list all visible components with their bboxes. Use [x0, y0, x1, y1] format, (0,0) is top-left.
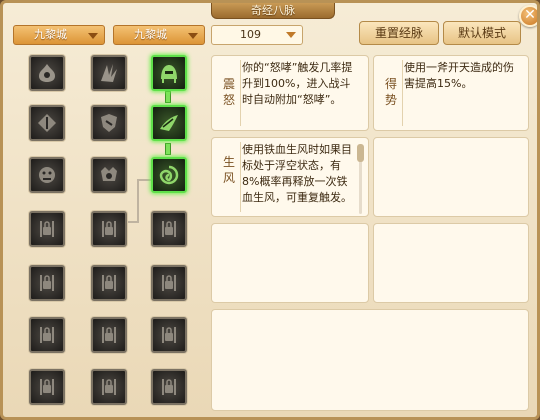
- level-select[interactable]: 109: [211, 25, 303, 45]
- meridian-slot[interactable]: [91, 105, 127, 141]
- reset-meridian-button[interactable]: 重置经脉: [359, 21, 439, 45]
- locked-slot[interactable]: [29, 211, 65, 247]
- chain-lock-icon: [102, 275, 116, 291]
- meridian-card-zhennu[interactable]: 震怒 你的“怒哮”触发几率提升到100%，进入战斗时自动附加“怒哮”。: [211, 55, 369, 131]
- meridian-slot-active[interactable]: [151, 105, 187, 141]
- meridian-slot[interactable]: [29, 105, 65, 141]
- card-divider: [240, 142, 241, 212]
- close-icon: ✕: [524, 7, 536, 23]
- card-scroll-thumb[interactable]: [357, 144, 364, 162]
- meridian-card-deshi[interactable]: 得势 使用一斧开天造成的伤害提高15%。: [373, 55, 529, 131]
- locked-slot[interactable]: [151, 317, 187, 353]
- meridian-slot[interactable]: [29, 55, 65, 91]
- wing-emblem-icon: [160, 115, 178, 131]
- chain-lock-icon: [102, 221, 116, 237]
- locked-slot[interactable]: [29, 369, 65, 405]
- locked-slot[interactable]: [151, 265, 187, 301]
- active-connector: [165, 91, 171, 103]
- school-select-2[interactable]: 九黎城: [113, 25, 205, 45]
- meridian-slot[interactable]: [91, 55, 127, 91]
- locked-slot[interactable]: [151, 369, 187, 405]
- lotus-emblem-icon: [39, 64, 55, 82]
- meridian-card-shengfeng[interactable]: 生风 使用铁血生风时如果目标处于浮空状态，有8%概率再释放一次铁血生风，可重复触…: [211, 137, 369, 217]
- card-label: 生风: [222, 155, 235, 185]
- chain-lock-icon: [162, 221, 176, 237]
- locked-slot[interactable]: [91, 211, 127, 247]
- chevron-down-icon: [88, 33, 98, 39]
- chain-lock-icon: [162, 379, 176, 395]
- chain-lock-icon: [40, 221, 54, 237]
- meridian-slot-active[interactable]: [151, 157, 187, 193]
- window-title: 奇经八脉: [211, 3, 335, 19]
- meridian-card-empty: [211, 309, 529, 411]
- whirlwind-icon: [159, 165, 179, 185]
- meridian-slot[interactable]: [29, 157, 65, 193]
- locked-slot[interactable]: [91, 265, 127, 301]
- meridian-slot-active[interactable]: [151, 55, 187, 91]
- card-description: 使用一斧开天造成的伤害提高15%。: [404, 61, 514, 90]
- meridian-card-empty: [373, 137, 529, 217]
- locked-slot[interactable]: [91, 317, 127, 353]
- chain-lock-icon: [162, 327, 176, 343]
- helmet-emblem-icon: [161, 65, 177, 83]
- active-connector: [165, 143, 171, 155]
- card-description: 你的“怒哮”触发几率提升到100%，进入战斗时自动附加“怒哮”。: [242, 61, 353, 106]
- close-button[interactable]: ✕: [519, 5, 537, 27]
- locked-slot[interactable]: [29, 317, 65, 353]
- claw-emblem-icon: [101, 64, 117, 82]
- tree-connector: [137, 179, 151, 181]
- school-select-1[interactable]: 九黎城: [13, 25, 105, 45]
- card-divider: [402, 60, 403, 126]
- tree-connector: [137, 179, 139, 223]
- card-label: 震怒: [222, 77, 235, 107]
- card-divider: [240, 60, 241, 126]
- beast-emblem-icon: [101, 167, 117, 181]
- meridian-slot[interactable]: [91, 157, 127, 193]
- demon-face-icon: [39, 167, 55, 183]
- locked-slot[interactable]: [91, 369, 127, 405]
- chevron-down-icon: [286, 32, 296, 38]
- level-select-value: 109: [240, 28, 261, 41]
- chain-lock-icon: [162, 275, 176, 291]
- card-label: 得势: [384, 77, 397, 107]
- shield-emblem-icon: [101, 114, 117, 132]
- chain-lock-icon: [40, 275, 54, 291]
- meridian-panel: 奇经八脉 ✕ 九黎城 九黎城 109 重置经脉 默认模式 震怒 你的“怒哮”触发…: [0, 0, 540, 420]
- chain-lock-icon: [40, 327, 54, 343]
- locked-slot[interactable]: [29, 265, 65, 301]
- leaf-emblem-icon: [38, 114, 56, 132]
- meridian-card-empty: [211, 223, 369, 303]
- school-select-2-value: 九黎城: [134, 28, 167, 41]
- school-select-1-value: 九黎城: [34, 28, 67, 41]
- chain-lock-icon: [102, 379, 116, 395]
- chevron-down-icon: [188, 33, 198, 39]
- meridian-card-empty: [373, 223, 529, 303]
- default-mode-button[interactable]: 默认模式: [443, 21, 521, 45]
- chain-lock-icon: [102, 327, 116, 343]
- card-description: 使用铁血生风时如果目标处于浮空状态，有8%概率再释放一次铁血生风，可重复触发。: [242, 143, 352, 204]
- chain-lock-icon: [40, 379, 54, 395]
- locked-slot[interactable]: [151, 211, 187, 247]
